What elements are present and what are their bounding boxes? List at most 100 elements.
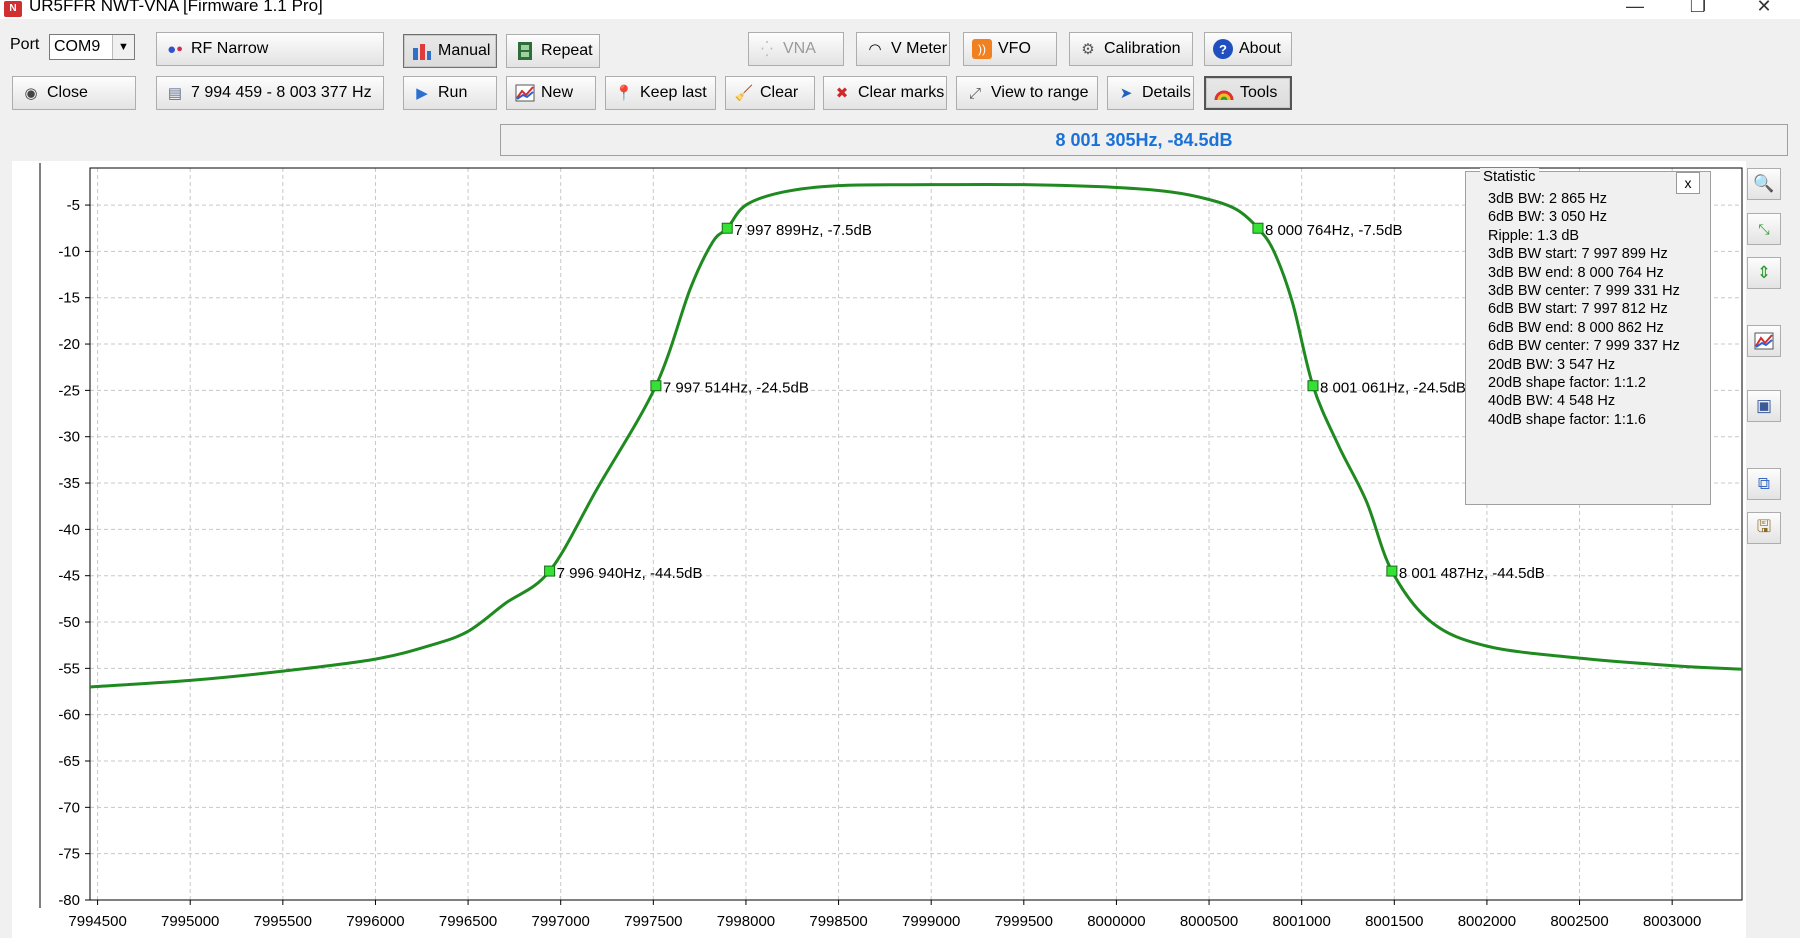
clear-button[interactable]: 🧹 Clear [725,76,815,110]
marker-point [650,380,662,392]
statistic-lines: 3dB BW: 2 865 Hz 6dB BW: 3 050 Hz Ripple… [1488,190,1680,429]
cursor-icon: ➤ [1119,84,1133,102]
marker-label: 7 997 514Hz, -24.5dB [663,380,809,397]
dots-icon: ● ● [167,40,183,58]
new-button[interactable]: New [506,76,596,110]
statistic-line: 40dB BW: 4 548 Hz [1488,393,1616,410]
close-button[interactable]: ◉ Close [12,76,136,110]
vmeter-button[interactable]: ◠ V Meter [856,32,950,66]
statistic-line: 40dB shape factor: 1:1.6 [1488,411,1646,428]
y-tick-label: -35 [58,475,80,492]
x-tick-label: 7996500 [439,913,497,930]
window-title: UR5FFR NWT-VNA [Firmware 1.1 Pro] [29,0,323,15]
tools-button[interactable]: Tools [1204,76,1292,110]
port-select[interactable]: COM9 ▼ [49,34,135,60]
x-tick-label: 7995000 [161,913,219,930]
y-tick-label: -50 [58,614,80,631]
statistic-panel: Statistic x 3dB BW: 2 865 Hz 6dB BW: 3 0… [1465,168,1711,505]
vertical-scale-icon[interactable]: ⇕ [1747,257,1781,289]
minimize-button[interactable]: — [1613,0,1657,18]
save-icon[interactable]: 🖫 [1747,512,1781,544]
y-tick-label: -25 [58,382,80,399]
marker-label: 8 001 061Hz, -24.5dB [1320,380,1466,397]
clear-marks-button[interactable]: ✖ Clear marks [823,76,947,110]
x-tick-label: 7994500 [68,913,126,930]
y-tick-label: -60 [58,707,80,724]
statistic-line: 6dB BW center: 7 999 337 Hz [1488,338,1680,355]
marker-point [1386,565,1398,577]
new-chart-icon [515,83,535,103]
x-tick-label: 7997500 [624,913,682,930]
cursor-readout: 8 001 305Hz, -84.5dB [500,124,1788,156]
statistic-line: 20dB BW: 3 547 Hz [1488,356,1616,373]
keep-last-button[interactable]: 📍 Keep last [605,76,716,110]
chart-icon[interactable] [1747,325,1781,357]
meter-icon: ◠ [868,40,882,58]
copy-icon[interactable]: ⧉ [1747,468,1781,500]
range-button[interactable]: ▤ 7 994 459 - 8 003 377 Hz [156,76,384,110]
statistic-line: 3dB BW center: 7 999 331 Hz [1488,283,1680,300]
camera-icon[interactable]: ▣ [1747,390,1781,422]
marker-label: 7 996 940Hz, -44.5dB [557,565,703,582]
y-tick-label: -75 [58,846,80,863]
range-icon: ▤ [167,84,183,102]
details-button[interactable]: ➤ Details [1107,76,1194,110]
y-tick-label: -20 [58,336,80,353]
y-tick-label: -65 [58,753,80,770]
port-label: Port [10,36,40,53]
statistic-title: Statistic [1480,168,1539,185]
restore-button[interactable]: ❐ [1676,0,1720,18]
calibration-button[interactable]: ⚙ Calibration [1069,32,1193,66]
x-tick-label: 8003000 [1643,913,1701,930]
marker-point [1252,222,1264,234]
film-icon [515,41,535,61]
x-tick-label: 8002500 [1550,913,1608,930]
x-tick-label: 8000500 [1180,913,1238,930]
x-tick-label: 7999500 [995,913,1053,930]
statistic-line: Ripple: 1.3 dB [1488,227,1580,244]
run-button[interactable]: ▶ Run [403,76,497,110]
dropdown-arrow-icon[interactable]: ▼ [112,35,134,59]
statistic-line: 6dB BW: 3 050 Hz [1488,209,1608,226]
marker-label: 8 001 487Hz, -44.5dB [1399,565,1545,582]
statistic-line: 20dB shape factor: 1:1.2 [1488,375,1646,392]
x-tick-label: 8001500 [1365,913,1423,930]
marker-point [1307,380,1319,392]
y-tick-label: -45 [58,568,80,585]
x-tick-label: 7999000 [902,913,960,930]
pin-icon: 📍 [614,84,634,102]
repeat-button[interactable]: Repeat [506,34,600,68]
vna-icon: ⁛ [761,40,773,58]
close-window-button[interactable]: ✕ [1742,0,1786,18]
marker-point [544,565,556,577]
gear-icon: ⚙ [1081,40,1095,58]
help-icon: ? [1213,39,1233,59]
y-tick-label: -70 [58,799,80,816]
y-tick-label: -15 [58,290,80,307]
y-tick-label: -5 [67,197,80,214]
vna-button[interactable]: ⁛ VNA [748,32,844,66]
y-tick-label: -30 [58,429,80,446]
title-bar: N UR5FFR NWT-VNA [Firmware 1.1 Pro] — ❐ … [0,0,1800,19]
statistic-line: 3dB BW start: 7 997 899 Hz [1488,246,1668,263]
mode-button[interactable]: ● ● RF Narrow [156,32,384,66]
zoom-icon[interactable]: 🔍 [1747,168,1781,200]
x-tick-label: 7995500 [254,913,312,930]
about-button[interactable]: ? About [1204,32,1292,66]
y-tick-label: -40 [58,521,80,538]
x-tick-label: 7997000 [532,913,590,930]
vfo-button[interactable]: )) VFO [963,32,1057,66]
app-icon: N [4,1,22,17]
x-tick-label: 8000000 [1087,913,1145,930]
view-to-range-button[interactable]: ⤢ View to range [956,76,1098,110]
x-tick-label: 7998000 [717,913,775,930]
x-tick-label: 8001000 [1272,913,1330,930]
eye-icon: ◉ [24,84,38,102]
y-tick-label: -80 [58,892,80,909]
bar-chart-icon [412,41,432,61]
statistic-line: 6dB BW end: 8 000 862 Hz [1488,319,1664,336]
manual-button[interactable]: Manual [403,34,497,68]
marker-label: 7 997 899Hz, -7.5dB [734,222,872,239]
y-tick-label: -55 [58,660,80,677]
fit-icon[interactable]: ⤡ [1747,213,1781,245]
